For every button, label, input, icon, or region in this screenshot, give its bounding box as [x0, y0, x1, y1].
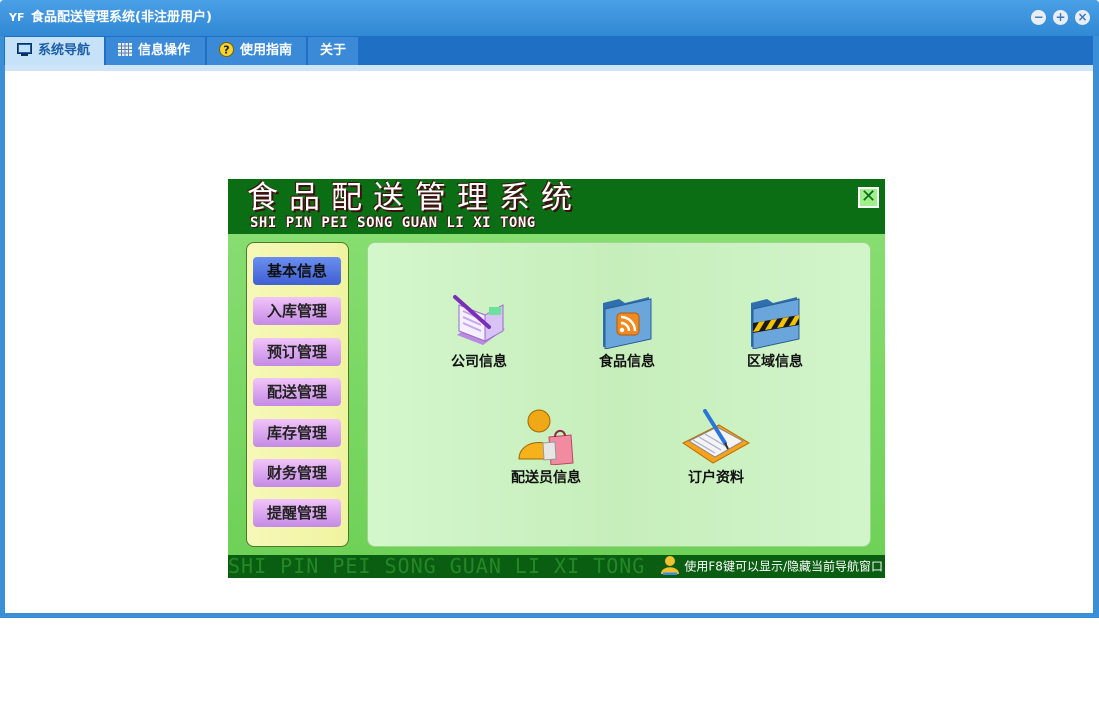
- module-label: 区域信息: [747, 354, 803, 370]
- menu-bar: 系统导航 信息操作 ? 使用指南 关于: [4, 36, 1093, 65]
- module-label: 食品信息: [599, 354, 655, 370]
- rss-folder-icon: [603, 297, 652, 349]
- app-logo-icon: YF: [9, 11, 25, 24]
- tab-label: 系统导航: [38, 43, 91, 58]
- nav-footer: SHI PIN PEI SONG GUAN LI XI TONG 使用F8键可以…: [228, 555, 885, 578]
- document-pen-icon: [453, 295, 505, 345]
- tab-system-navigation[interactable]: 系统导航: [5, 37, 104, 65]
- module-courier-info[interactable]: 配送员信息: [496, 407, 596, 487]
- module-area: 公司信息 食品信息 区域信息 配送员信息 订户资料: [367, 242, 871, 547]
- sidebar-item-finance[interactable]: 财务管理: [253, 459, 341, 487]
- module-label: 配送员信息: [511, 470, 581, 486]
- minimize-icon[interactable]: −: [1031, 10, 1046, 25]
- grid-icon: [118, 42, 132, 56]
- window-title: 食品配送管理系统(非注册用户): [31, 10, 212, 25]
- module-food-info[interactable]: 食品信息: [577, 293, 677, 371]
- tab-about[interactable]: 关于: [308, 37, 358, 65]
- footer-hint-text: 使用F8键可以显示/隐藏当前导航窗口: [684, 559, 883, 574]
- sidebar-item-reservation[interactable]: 预订管理: [253, 338, 341, 366]
- footer-watermark: SHI PIN PEI SONG GUAN LI XI TONG: [228, 554, 646, 578]
- nav-close-button[interactable]: ✕: [858, 187, 879, 208]
- module-label: 订户资料: [688, 470, 744, 486]
- tab-label: 使用指南: [240, 43, 293, 58]
- restore-icon[interactable]: +: [1053, 10, 1068, 25]
- help-icon: ?: [219, 41, 234, 57]
- sidebar-item-delivery[interactable]: 配送管理: [253, 378, 341, 406]
- sidebar-item-basic-info[interactable]: 基本信息: [253, 257, 341, 285]
- svg-text:?: ?: [223, 43, 229, 56]
- user-shopping-icon: [518, 409, 574, 465]
- nav-header: 食品配送管理系统 SHI PIN PEI SONG GUAN LI XI TON…: [228, 179, 885, 234]
- sidebar-item-stock-in[interactable]: 入库管理: [253, 297, 341, 325]
- tab-user-guide[interactable]: ? 使用指南: [207, 37, 306, 65]
- sidebar-item-reminder[interactable]: 提醒管理: [253, 499, 341, 527]
- notebook-pen-icon: [682, 409, 750, 464]
- user-hint-icon: [661, 556, 680, 575]
- close-icon[interactable]: ×: [1075, 10, 1090, 25]
- title-bar[interactable]: YF 食品配送管理系统(非注册用户) − + ×: [0, 0, 1099, 36]
- monitor-icon: [17, 42, 32, 56]
- module-region-info[interactable]: 区域信息: [725, 293, 825, 371]
- module-company-info[interactable]: 公司信息: [429, 293, 529, 371]
- module-subscriber-data[interactable]: 订户资料: [666, 407, 766, 487]
- sidebar-item-inventory[interactable]: 库存管理: [253, 419, 341, 447]
- tab-label: 关于: [320, 43, 347, 58]
- tab-label: 信息操作: [138, 43, 191, 58]
- module-label: 公司信息: [451, 354, 507, 370]
- category-sidebar: 基本信息 入库管理 预订管理 配送管理 库存管理 财务管理 提醒管理: [246, 242, 349, 547]
- caution-folder-icon: [751, 297, 800, 349]
- tab-info-operation[interactable]: 信息操作: [106, 37, 205, 65]
- nav-body: 基本信息 入库管理 预订管理 配送管理 库存管理 财务管理 提醒管理 公司信息: [228, 234, 885, 555]
- nav-subtitle-pinyin: SHI PIN PEI SONG GUAN LI XI TONG: [250, 215, 536, 231]
- footer-hint: 使用F8键可以显示/隐藏当前导航窗口: [659, 556, 883, 575]
- nav-title: 食品配送管理系统: [247, 180, 583, 216]
- navigation-panel: 食品配送管理系统 SHI PIN PEI SONG GUAN LI XI TON…: [228, 179, 885, 578]
